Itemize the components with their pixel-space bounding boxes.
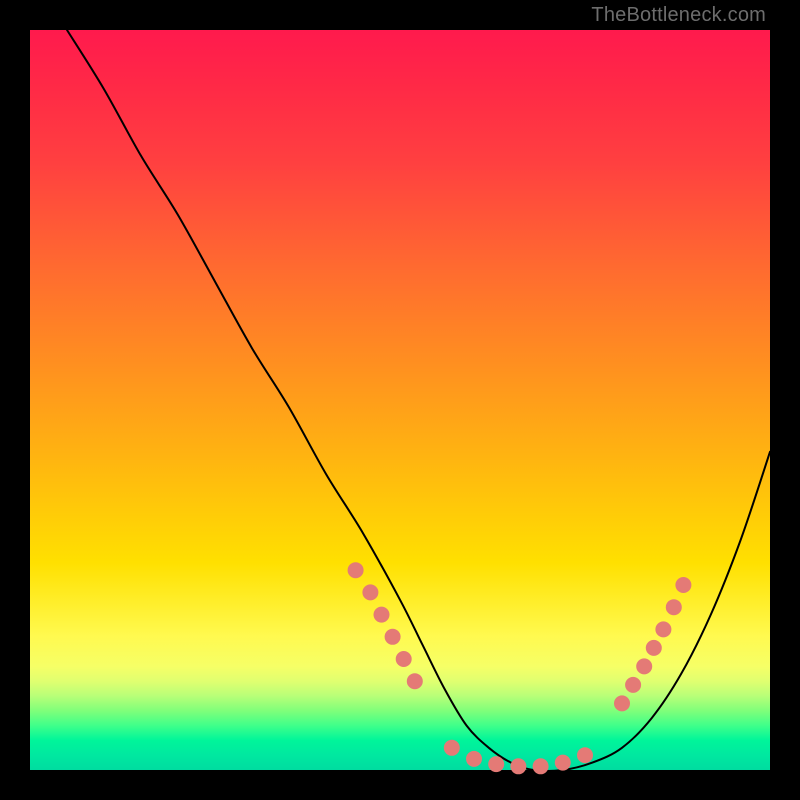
marker-dot xyxy=(614,695,630,711)
marker-dot xyxy=(407,673,423,689)
marker-dot xyxy=(646,640,662,656)
watermark-text: TheBottleneck.com xyxy=(591,4,766,27)
marker-dot xyxy=(488,756,504,772)
chart-frame: TheBottleneck.com xyxy=(0,0,800,800)
marker-dot xyxy=(348,562,364,578)
marker-dot xyxy=(444,740,460,756)
marker-dot xyxy=(666,599,682,615)
marker-dot xyxy=(374,607,390,623)
marker-dot xyxy=(655,621,671,637)
marker-dot xyxy=(675,577,691,593)
marker-dot xyxy=(510,758,526,774)
marker-dot xyxy=(466,751,482,767)
plot-area xyxy=(30,30,770,770)
marker-dot xyxy=(636,658,652,674)
marker-dot xyxy=(533,758,549,774)
marker-dot xyxy=(625,677,641,693)
marker-dots xyxy=(348,562,692,774)
curve-layer xyxy=(30,30,770,770)
bottleneck-curve xyxy=(67,30,770,771)
marker-dot xyxy=(385,629,401,645)
marker-dot xyxy=(555,755,571,771)
marker-dot xyxy=(362,584,378,600)
marker-dot xyxy=(577,747,593,763)
marker-dot xyxy=(396,651,412,667)
